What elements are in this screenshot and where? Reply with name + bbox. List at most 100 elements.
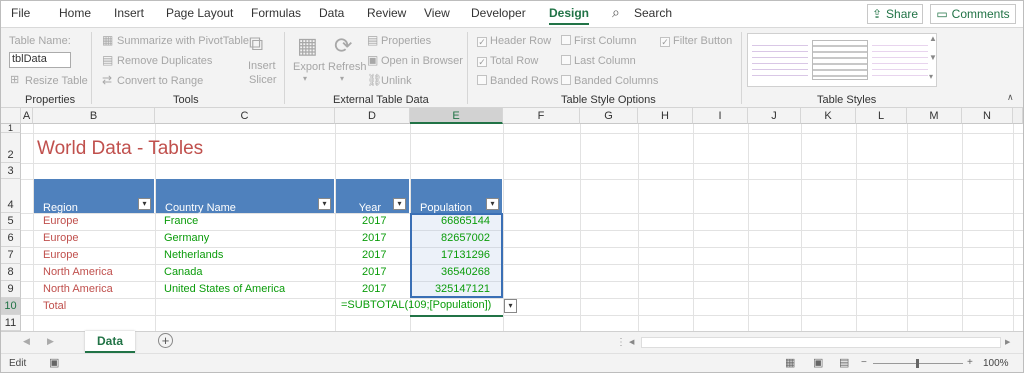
cell-year[interactable]: 2017 [362, 247, 386, 264]
cell-region[interactable]: Europe [43, 247, 78, 264]
insert-slicer-button[interactable]: Insert [248, 60, 276, 72]
cell-year[interactable]: 2017 [362, 230, 386, 247]
unlink-button[interactable]: Unlink [381, 75, 412, 87]
search-icon[interactable]: ⌕ [612, 4, 620, 21]
table-style-option[interactable] [752, 40, 808, 80]
cell-year[interactable]: 2017 [362, 281, 386, 298]
total-row-checkbox[interactable]: ✓ Total Row [477, 55, 538, 67]
table-style-option-selected[interactable] [812, 40, 868, 80]
resize-table-button[interactable]: Resize Table [25, 75, 88, 87]
column-header-f[interactable]: F [503, 108, 580, 124]
table-style-option[interactable] [872, 40, 928, 80]
total-dropdown-icon[interactable]: ▾ [504, 299, 517, 313]
zoom-in-icon[interactable]: + [967, 357, 973, 368]
refresh-dropdown-icon[interactable]: ▾ [340, 74, 344, 83]
cell-region[interactable]: North America [43, 264, 113, 281]
filter-dropdown-icon[interactable]: ▾ [318, 198, 331, 210]
horizontal-scrollbar[interactable] [641, 337, 1001, 348]
menu-home[interactable]: Home [59, 6, 91, 20]
sheet-tab-data[interactable]: Data [85, 331, 135, 353]
menu-design[interactable]: Design [549, 6, 590, 25]
menu-page-layout[interactable]: Page Layout [166, 6, 233, 20]
column-header-c[interactable]: C [155, 108, 335, 124]
cell-population[interactable]: 36540268 [441, 264, 490, 281]
column-header-e[interactable]: E [410, 108, 503, 124]
row-header-1[interactable]: 1 [1, 124, 21, 133]
spreadsheet-grid[interactable]: A B C D E F G H I J K L M N 1 2 3 4 5 6 … [1, 108, 1023, 331]
open-browser-button[interactable]: Open in Browser [381, 55, 463, 67]
macro-record-icon[interactable]: ▣ [49, 356, 59, 369]
zoom-slider-thumb[interactable] [916, 359, 919, 368]
row-header-8[interactable]: 8 [1, 264, 21, 281]
menu-review[interactable]: Review [367, 6, 406, 20]
cell-population[interactable]: 325147121 [435, 281, 490, 298]
menu-formulas[interactable]: Formulas [251, 6, 301, 20]
header-row-checkbox[interactable]: ✓ Header Row [477, 35, 551, 47]
vertical-scrollbar[interactable] [1013, 108, 1023, 124]
cell-country[interactable]: United States of America [164, 281, 285, 298]
zoom-out-icon[interactable]: − [861, 357, 867, 368]
cell-population[interactable]: 82657002 [441, 230, 490, 247]
scroll-right-icon[interactable]: ▶ [47, 336, 54, 347]
row-header-5[interactable]: 5 [1, 213, 21, 230]
menu-view[interactable]: View [424, 6, 450, 20]
export-dropdown-icon[interactable]: ▾ [303, 74, 307, 83]
hscroll-right-icon[interactable]: ▶ [1005, 338, 1010, 346]
comments-button[interactable]: ▭ Comments [930, 4, 1016, 24]
gallery-more-icon[interactable]: ▾ [929, 72, 933, 81]
gallery-scroll-up-icon[interactable]: ▲ [929, 34, 937, 43]
cell-year[interactable]: 2017 [362, 264, 386, 281]
export-button[interactable]: Export [293, 61, 325, 73]
column-header-k[interactable]: K [801, 108, 856, 124]
total-formula-cell[interactable]: =SUBTOTAL(109;[Population]) [341, 299, 491, 311]
row-header-7[interactable]: 7 [1, 247, 21, 264]
add-sheet-icon[interactable]: + [158, 333, 173, 348]
filter-dropdown-icon[interactable]: ▾ [138, 198, 151, 210]
column-header-n[interactable]: N [962, 108, 1013, 124]
share-button[interactable]: ⇪ Share [867, 4, 923, 24]
tab-split-handle-icon[interactable]: ⋮ [616, 337, 626, 348]
row-header-10[interactable]: 10 [1, 298, 21, 315]
cell-country[interactable]: Netherlands [164, 247, 223, 264]
filter-dropdown-icon[interactable]: ▾ [393, 198, 406, 210]
column-header-h[interactable]: H [638, 108, 693, 124]
column-header-b[interactable]: B [33, 108, 155, 124]
row-header-11[interactable]: 11 [1, 315, 21, 331]
menu-data[interactable]: Data [319, 6, 344, 20]
page-break-view-icon[interactable]: ▤ [839, 356, 849, 369]
column-header-l[interactable]: L [856, 108, 907, 124]
column-header-d[interactable]: D [335, 108, 410, 124]
row-header-9[interactable]: 9 [1, 281, 21, 298]
column-header-g[interactable]: G [580, 108, 638, 124]
hscroll-left-icon[interactable]: ◀ [629, 338, 634, 346]
row-header-3[interactable]: 3 [1, 163, 21, 179]
collapse-ribbon-icon[interactable]: ∧ [1007, 92, 1014, 103]
banded-columns-checkbox[interactable]: Banded Columns [561, 75, 658, 87]
properties-button[interactable]: Properties [381, 35, 431, 47]
cell-region[interactable]: North America [43, 281, 113, 298]
cell-country[interactable]: Canada [164, 264, 203, 281]
row-header-4[interactable]: 4 [1, 179, 21, 213]
cell-population[interactable]: 66865144 [441, 213, 490, 230]
cell-country[interactable]: Germany [164, 230, 209, 247]
zoom-level[interactable]: 100% [983, 358, 1009, 369]
search-label[interactable]: Search [634, 6, 672, 20]
select-all-corner[interactable] [1, 108, 21, 124]
column-header-a[interactable]: A [21, 108, 33, 124]
banded-rows-checkbox[interactable]: Banded Rows [477, 75, 559, 87]
table-name-input[interactable]: tblData [9, 52, 71, 68]
refresh-button[interactable]: Refresh [328, 61, 367, 73]
menu-developer[interactable]: Developer [471, 6, 526, 20]
cell-country[interactable]: France [164, 213, 198, 230]
cell-region[interactable]: Europe [43, 213, 78, 230]
remove-duplicates-button[interactable]: Remove Duplicates [117, 55, 212, 67]
menu-insert[interactable]: Insert [114, 6, 144, 20]
convert-range-button[interactable]: Convert to Range [117, 75, 203, 87]
page-layout-view-icon[interactable]: ▣ [813, 356, 823, 369]
column-header-m[interactable]: M [907, 108, 962, 124]
gallery-scroll-down-icon[interactable]: ▼ [929, 53, 937, 62]
first-column-checkbox[interactable]: First Column [561, 35, 636, 47]
scroll-left-icon[interactable]: ◀ [23, 336, 30, 347]
filter-button-checkbox[interactable]: ✓ Filter Button [660, 35, 732, 47]
row-header-2[interactable]: 2 [1, 133, 21, 163]
